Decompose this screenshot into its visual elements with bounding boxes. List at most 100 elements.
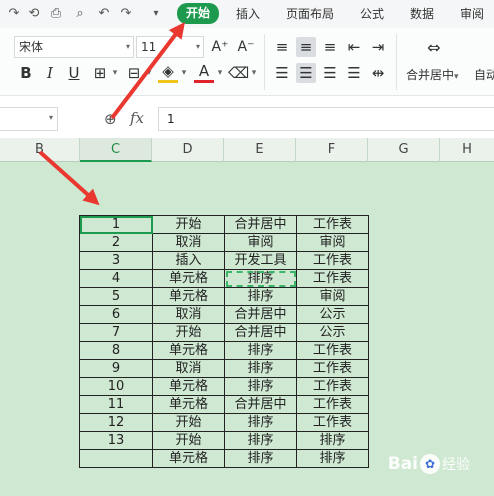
table-cell[interactable]: 排序 (224, 431, 297, 450)
align-middle-icon[interactable]: ≡ (296, 37, 316, 57)
table-cell[interactable]: 单元格 (152, 449, 225, 468)
save-icon[interactable]: ⟲ (26, 6, 42, 22)
column-header-e[interactable]: E (224, 138, 296, 162)
table-cell[interactable]: 单元格 (152, 395, 225, 414)
font-size-select[interactable]: 11 ▾ (136, 36, 204, 58)
table-cell[interactable]: 单元格 (152, 287, 225, 306)
zoom-lookup-icon[interactable]: ⊕ (104, 110, 117, 128)
table-cell[interactable]: 审阅 (296, 233, 369, 252)
table-cell[interactable]: 工作表 (296, 251, 369, 270)
chevron-down-icon[interactable]: ▾ (216, 63, 224, 83)
bold-icon[interactable]: B (16, 63, 36, 83)
font-color-icon[interactable]: A (194, 63, 214, 83)
align-right-icon[interactable]: ☰ (320, 63, 340, 83)
table-cell[interactable]: 工作表 (296, 395, 369, 414)
merge-center-button[interactable]: 合并居中▾ (406, 66, 459, 83)
italic-icon[interactable]: I (40, 63, 60, 83)
table-cell[interactable]: 排序 (296, 449, 369, 468)
column-header-d[interactable]: D (152, 138, 224, 162)
formula-input[interactable]: 1 (158, 107, 494, 131)
table-cell[interactable]: 排序 (224, 269, 297, 288)
chevron-down-icon[interactable]: ▾ (250, 63, 258, 83)
decrease-indent-icon[interactable]: ⇤ (344, 37, 364, 57)
table-cell[interactable]: 开始 (152, 323, 225, 342)
increase-indent-icon[interactable]: ⇥ (368, 37, 388, 57)
table-cell[interactable]: 4 (79, 269, 153, 288)
table-cell[interactable]: 插入 (152, 251, 225, 270)
table-cell[interactable]: 7 (79, 323, 153, 342)
chevron-down-icon[interactable]: ▾ (180, 63, 188, 83)
table-cell[interactable]: 1 (79, 215, 153, 234)
table-cell[interactable]: 取消 (152, 359, 225, 378)
table-cell[interactable]: 公示 (296, 323, 369, 342)
table-cell[interactable]: 开始 (152, 431, 225, 450)
table-cell[interactable]: 单元格 (152, 341, 225, 360)
column-header-c[interactable]: C (80, 138, 152, 162)
table-cell[interactable]: 排序 (224, 287, 297, 306)
table-cell[interactable]: 审阅 (224, 233, 297, 252)
table-cell[interactable]: 12 (79, 413, 153, 432)
table-cell[interactable]: 开发工具 (224, 251, 297, 270)
table-cell[interactable]: 单元格 (152, 377, 225, 396)
name-box[interactable]: ▾ (0, 107, 58, 131)
print-preview-icon[interactable]: ⌕ (72, 6, 88, 22)
increase-font-icon[interactable]: A⁺ (210, 37, 230, 57)
align-top-icon[interactable]: ≡ (272, 37, 292, 57)
align-center-icon[interactable]: ☰ (296, 63, 316, 83)
merge-cells-icon[interactable]: ⊟ (124, 63, 144, 83)
table-cell[interactable]: 3 (79, 251, 153, 270)
table-cell[interactable]: 合并居中 (224, 305, 297, 324)
table-cell[interactable]: 工作表 (296, 377, 369, 396)
table-cell[interactable]: 工作表 (296, 215, 369, 234)
table-cell[interactable]: 2 (79, 233, 153, 252)
tab-home[interactable]: 开始 (177, 3, 220, 24)
table-cell[interactable]: 合并居中 (224, 323, 297, 342)
table-cell[interactable]: 合并居中 (224, 215, 297, 234)
table-cell[interactable]: 9 (79, 359, 153, 378)
column-header-b[interactable]: B (0, 138, 80, 162)
table-cell[interactable]: 排序 (224, 449, 297, 468)
redo-arrow-icon[interactable]: ↷ (118, 6, 134, 22)
justify-icon[interactable]: ☰ (344, 63, 364, 83)
undo-icon[interactable]: ↶ (96, 6, 112, 22)
table-cell[interactable]: 工作表 (296, 359, 369, 378)
table-cell[interactable]: 开始 (152, 215, 225, 234)
column-header-f[interactable]: F (296, 138, 368, 162)
table-cell[interactable]: 8 (79, 341, 153, 360)
table-cell[interactable]: 排序 (296, 431, 369, 450)
font-name-select[interactable]: 宋体 ▾ (14, 36, 134, 58)
table-cell[interactable] (79, 449, 153, 468)
distribute-icon[interactable]: ⇹ (368, 63, 388, 83)
column-header-g[interactable]: G (368, 138, 440, 162)
underline-icon[interactable]: U (64, 63, 84, 83)
table-cell[interactable]: 工作表 (296, 341, 369, 360)
table-cell[interactable]: 工作表 (296, 413, 369, 432)
table-cell[interactable]: 开始 (152, 413, 225, 432)
table-cell[interactable]: 11 (79, 395, 153, 414)
merge-center-icon[interactable]: ⇔ (422, 38, 446, 58)
table-cell[interactable]: 排序 (224, 413, 297, 432)
insert-function-icon[interactable]: fx (130, 109, 144, 127)
auto-wrap-button[interactable]: 自动 (474, 66, 494, 83)
table-cell[interactable]: 5 (79, 287, 153, 306)
table-cell[interactable]: 排序 (224, 377, 297, 396)
tab-insert[interactable]: 插入 (236, 5, 260, 23)
table-cell[interactable]: 工作表 (296, 269, 369, 288)
table-cell[interactable]: 公示 (296, 305, 369, 324)
table-cell[interactable]: 排序 (224, 359, 297, 378)
tab-formulas[interactable]: 公式 (360, 5, 384, 23)
table-cell[interactable]: 6 (79, 305, 153, 324)
align-bottom-icon[interactable]: ≡ (320, 37, 340, 57)
chevron-down-icon[interactable]: ▾ (145, 63, 153, 83)
more-icon[interactable]: ▾ (148, 6, 164, 22)
tab-review[interactable]: 审阅 (460, 5, 484, 23)
tab-data[interactable]: 数据 (410, 5, 434, 23)
eraser-icon[interactable]: ⌫ (228, 63, 249, 83)
fill-color-icon[interactable]: ◈ (158, 63, 178, 83)
tab-page-layout[interactable]: 页面布局 (286, 5, 334, 23)
borders-icon[interactable]: ⊞ (90, 63, 110, 83)
table-cell[interactable]: 单元格 (152, 269, 225, 288)
redo-icon[interactable]: ↷ (6, 6, 22, 22)
decrease-font-icon[interactable]: A⁻ (236, 37, 256, 57)
table-cell[interactable]: 13 (79, 431, 153, 450)
